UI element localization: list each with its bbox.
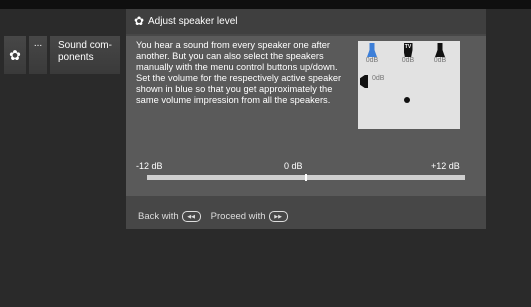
speaker-tv-level: 0dB xyxy=(401,57,415,64)
speaker-side-left-level: 0dB xyxy=(372,75,385,82)
volume-slider[interactable] xyxy=(147,174,465,181)
slider-mid-label: 0 dB xyxy=(284,161,303,171)
speaker-layout-diagram: 0dB TV 0dB 0dB 0dB xyxy=(358,41,460,129)
dialog-description: You hear a sound from every speaker one … xyxy=(136,40,342,105)
gear-icon: ✿ xyxy=(9,46,21,63)
settings-menu-tile[interactable]: ✿ xyxy=(4,36,26,74)
back-hint-label: Back with xyxy=(138,211,179,222)
dialog-header: ✿ Adjust speaker level xyxy=(126,9,486,34)
speaker-icon xyxy=(360,75,368,88)
back-key-icon: ◀◀ xyxy=(181,211,201,222)
speaker-icon xyxy=(435,43,445,57)
tv-screen: ✿ ... Sound com- ponents ✿ Adjust speake… xyxy=(0,0,531,307)
speaker-tv[interactable]: TV 0dB xyxy=(398,43,418,64)
tv-speaker-icon: TV xyxy=(403,43,413,57)
speaker-side-left[interactable]: 0dB xyxy=(360,75,384,89)
speaker-front-right-level: 0dB xyxy=(433,57,447,64)
more-label: ... xyxy=(33,38,43,49)
proceed-hint-label: Proceed with xyxy=(210,211,266,222)
top-bar xyxy=(0,0,531,9)
speaker-icon xyxy=(367,43,377,57)
proceed-key-icon: ▶▶ xyxy=(268,211,288,222)
volume-slider-thumb[interactable] xyxy=(305,174,307,181)
sound-components-label: Sound com- ponents xyxy=(58,40,112,63)
dialog-title: Adjust speaker level xyxy=(148,16,238,27)
footer-hints: Back with ◀◀ Proceed with ▶▶ xyxy=(138,211,298,222)
speaker-front-left-level: 0dB xyxy=(365,57,379,64)
more-menu-tile[interactable]: ... xyxy=(29,36,47,74)
adjust-speaker-level-dialog: ✿ Adjust speaker level You hear a sound … xyxy=(126,9,486,229)
slider-min-label: -12 dB xyxy=(136,161,163,171)
slider-max-label: +12 dB xyxy=(431,161,460,171)
sound-components-menu-tile[interactable]: Sound com- ponents xyxy=(50,36,120,74)
speaker-front-left[interactable]: 0dB xyxy=(362,43,382,64)
menu-breadcrumb: ✿ ... Sound com- ponents xyxy=(4,36,120,74)
speaker-front-right[interactable]: 0dB xyxy=(430,43,450,64)
gear-icon: ✿ xyxy=(134,14,145,28)
listener-position-dot xyxy=(404,97,410,103)
dialog-panel: You hear a sound from every speaker one … xyxy=(126,36,486,196)
